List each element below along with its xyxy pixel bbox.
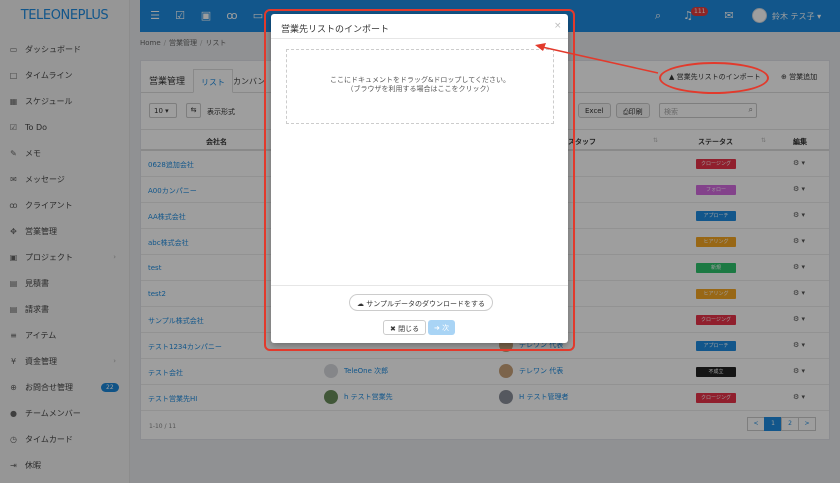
annotation-arrow	[535, 43, 659, 74]
